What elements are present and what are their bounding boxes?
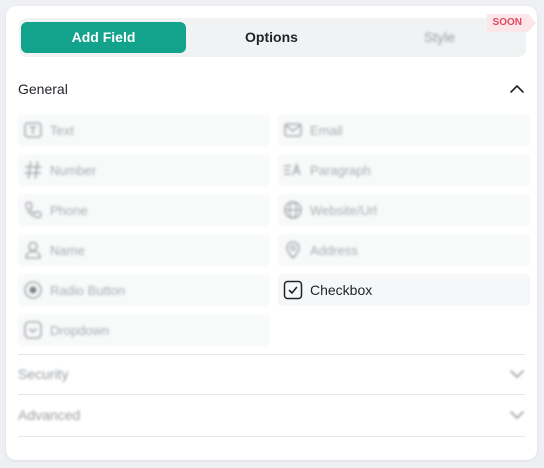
field-paragraph[interactable]: Paragraph — [278, 154, 530, 186]
field-label: Email — [310, 122, 343, 138]
section-general-title: General — [18, 81, 68, 97]
checkbox-icon — [283, 280, 303, 300]
hash-icon — [23, 160, 43, 180]
location-icon — [283, 240, 303, 260]
field-label: Address — [310, 242, 358, 258]
globe-icon — [283, 200, 303, 220]
tab-add-field[interactable]: Add Field — [21, 22, 186, 53]
divider — [18, 436, 525, 437]
section-advanced-header[interactable]: Advanced — [18, 402, 525, 428]
field-label: Text — [50, 122, 74, 138]
phone-icon — [23, 200, 43, 220]
field-label: Radio Button — [50, 282, 126, 298]
section-general-header[interactable]: General — [18, 76, 525, 102]
field-label: Phone — [50, 202, 88, 218]
field-label: Name — [50, 242, 85, 258]
section-security-title: Security — [18, 366, 69, 382]
text-icon — [23, 120, 43, 140]
tab-style-label: Style — [423, 29, 456, 45]
paragraph-icon — [283, 160, 303, 180]
field-email[interactable]: Email — [278, 114, 530, 146]
field-dropdown[interactable]: Dropdown — [18, 314, 270, 346]
email-icon — [283, 120, 303, 140]
section-advanced-title: Advanced — [18, 407, 81, 423]
field-number[interactable]: Number — [18, 154, 270, 186]
tab-bar: Add Field Options Style SOON — [19, 18, 526, 57]
form-builder-panel: Add Field Options Style SOON General Tex… — [6, 6, 537, 460]
chevron-down-icon — [510, 370, 524, 378]
field-label: Website/Url — [310, 202, 377, 218]
section-security-header[interactable]: Security — [18, 361, 525, 387]
soon-badge: SOON — [487, 14, 536, 32]
divider — [18, 354, 525, 355]
field-name[interactable]: Name — [18, 234, 270, 266]
field-checkbox[interactable]: Checkbox — [278, 274, 530, 306]
field-label: Paragraph — [310, 162, 371, 178]
chevron-up-icon — [510, 85, 524, 93]
field-phone[interactable]: Phone — [18, 194, 270, 226]
divider — [18, 394, 525, 395]
dropdown-icon — [23, 320, 43, 340]
field-radio-button[interactable]: Radio Button — [18, 274, 270, 306]
chevron-down-icon — [510, 411, 524, 419]
radio-icon — [23, 280, 43, 300]
user-icon — [23, 240, 43, 260]
tab-options[interactable]: Options — [189, 22, 354, 53]
field-label: Dropdown — [50, 322, 110, 338]
field-label: Checkbox — [310, 282, 373, 298]
field-text[interactable]: Text — [18, 114, 270, 146]
field-website-url[interactable]: Website/Url — [278, 194, 530, 226]
field-label: Number — [50, 162, 97, 178]
field-address[interactable]: Address — [278, 234, 530, 266]
